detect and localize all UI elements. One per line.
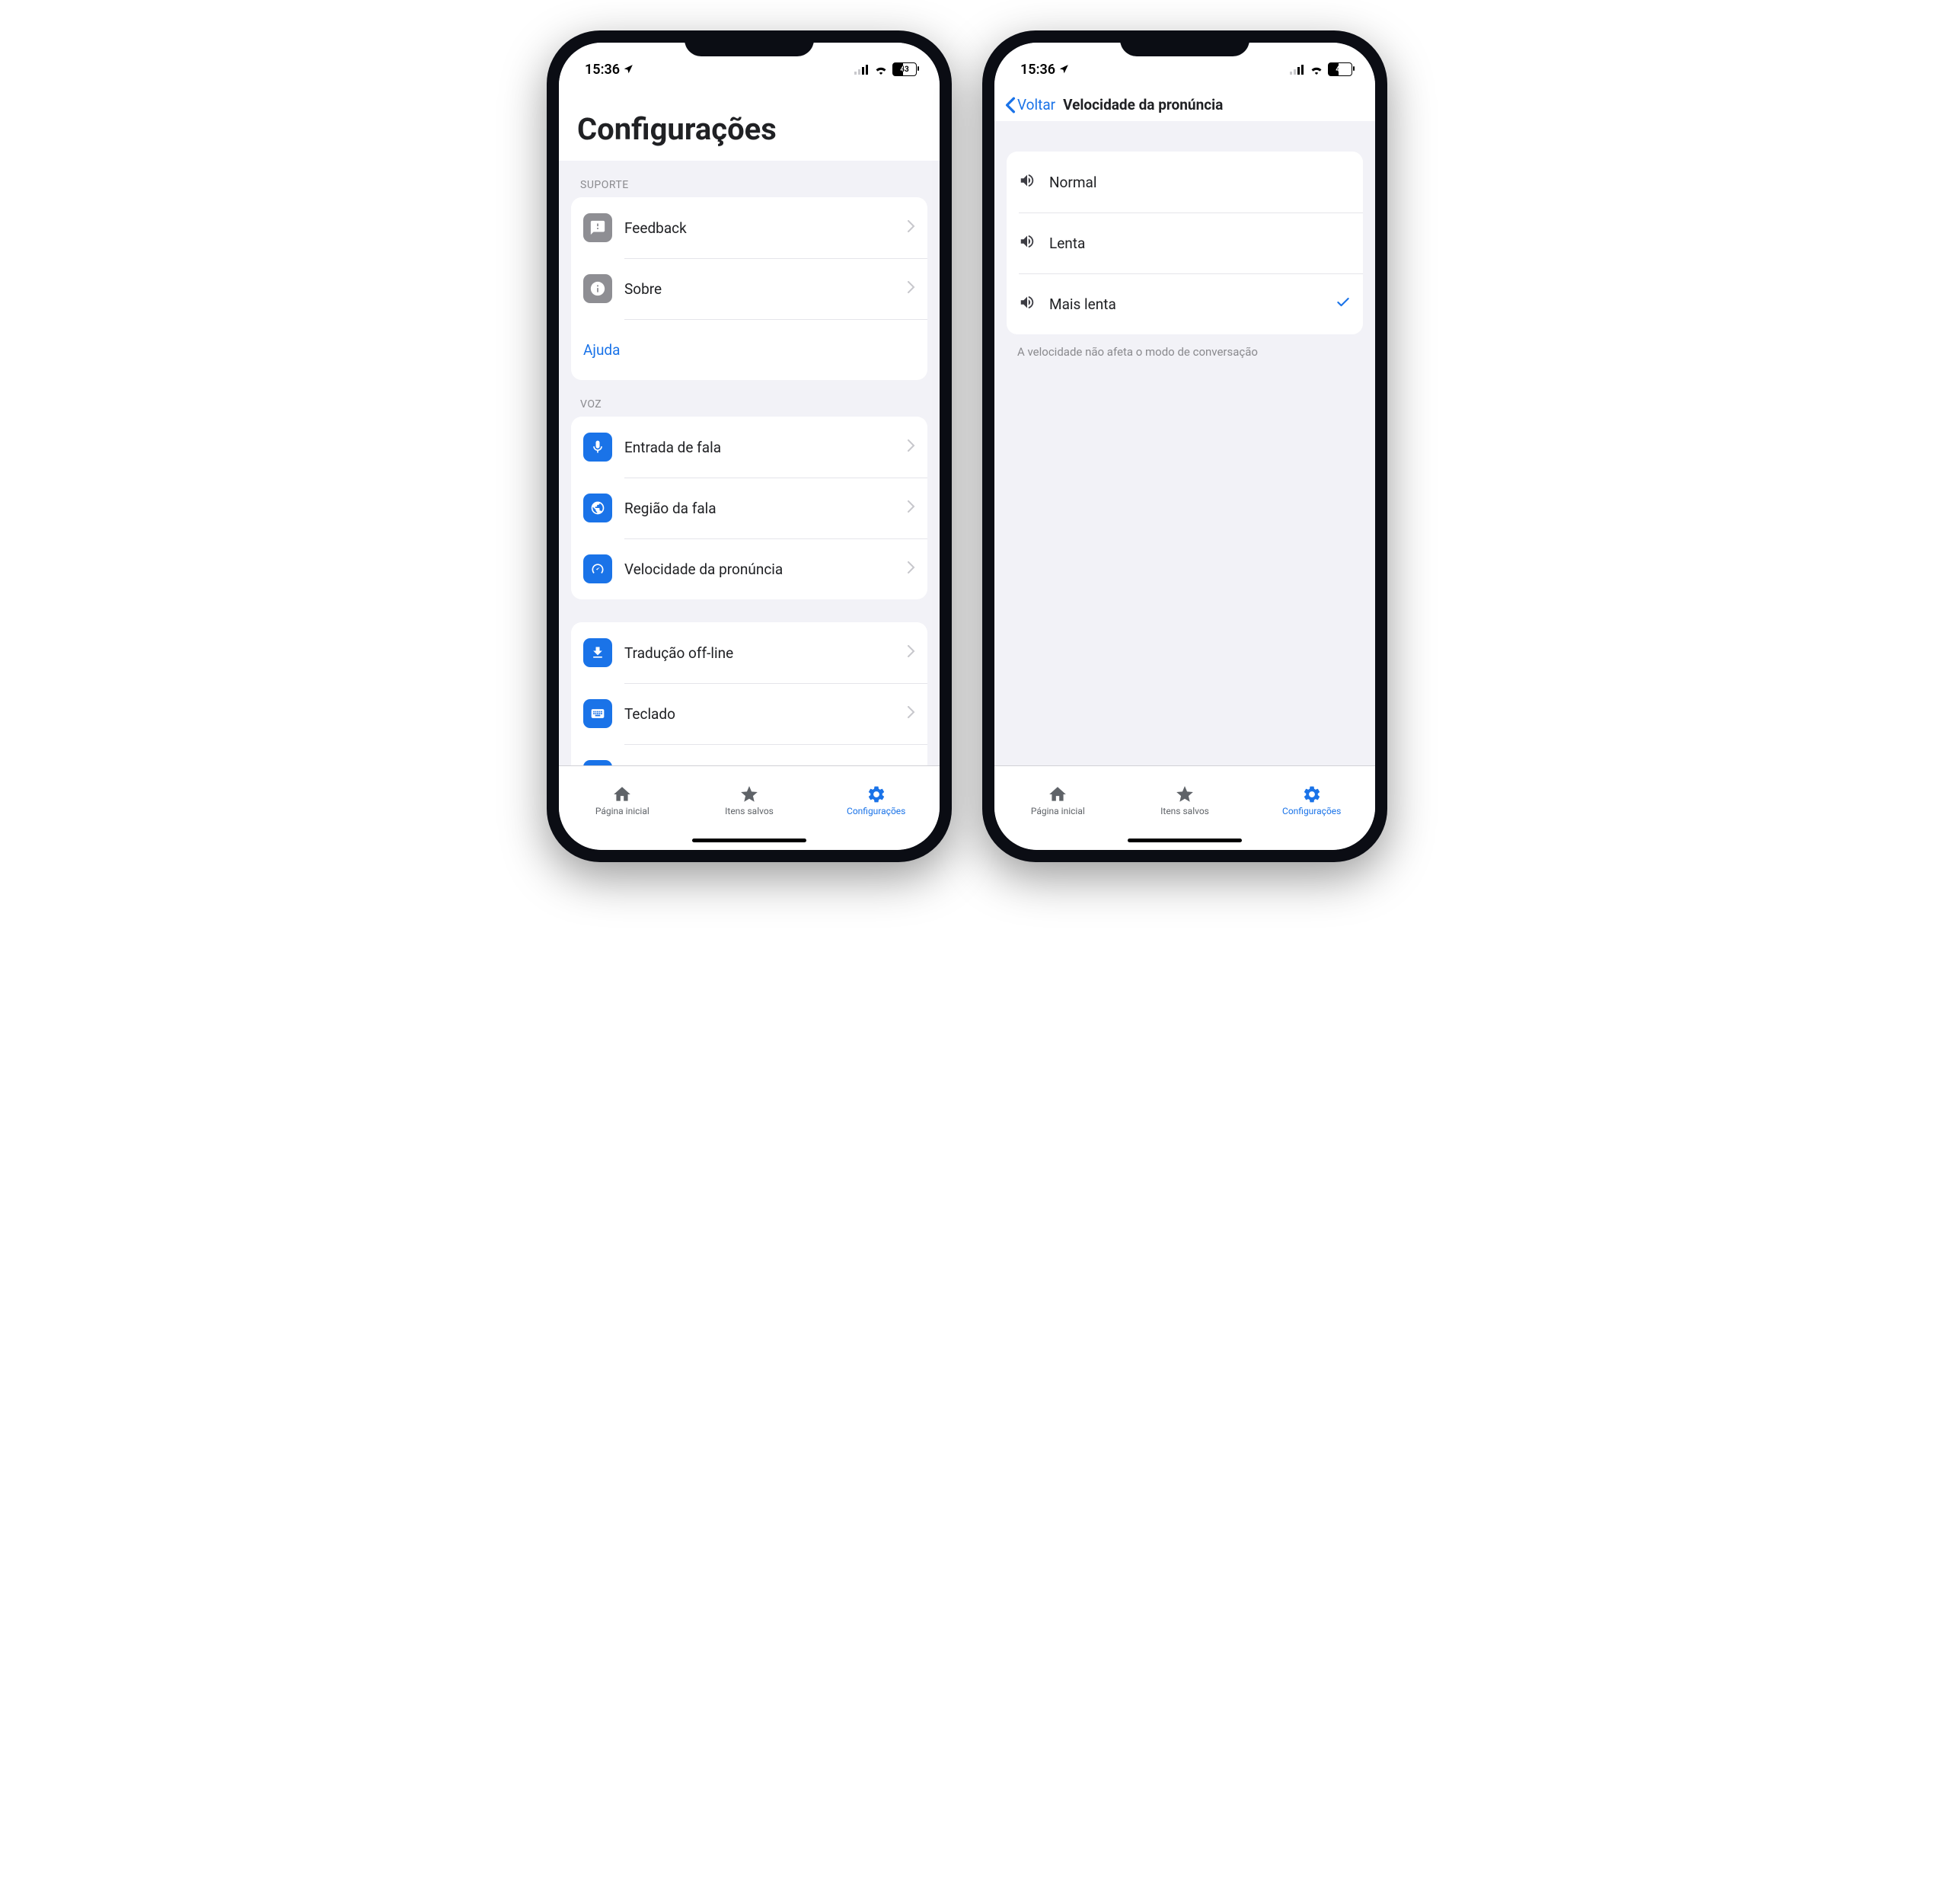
location-icon	[623, 64, 633, 75]
option-slow[interactable]: Lenta	[1007, 212, 1363, 273]
row-label: Teclado	[624, 705, 895, 723]
row-label: Ajuda	[583, 341, 915, 359]
feedback-icon	[583, 213, 612, 242]
speaker-icon	[1019, 172, 1036, 192]
tab-label: Itens salvos	[725, 806, 774, 816]
row-label: Entrada de fala	[624, 439, 895, 456]
chevron-right-icon	[908, 281, 915, 296]
signal-icon	[1290, 65, 1305, 75]
row-label: Feedback	[624, 219, 895, 237]
tab-label: Página inicial	[1031, 806, 1085, 816]
location-icon	[1058, 64, 1069, 75]
row-keyboard[interactable]: Teclado	[571, 683, 927, 744]
tab-home[interactable]: Página inicial	[994, 766, 1122, 835]
tab-label: Página inicial	[595, 806, 649, 816]
exit-icon	[583, 760, 612, 765]
row-about[interactable]: Sobre	[571, 258, 927, 319]
row-feedback[interactable]: Feedback	[571, 197, 927, 258]
voice-card: Entrada de fala Região da fala Velocidad…	[571, 417, 927, 599]
row-default-apps[interactable]: Apps padrão	[571, 744, 927, 765]
tab-saved[interactable]: Itens salvos	[686, 766, 813, 835]
speed-content: Normal Lenta Mais lenta	[994, 121, 1375, 765]
support-card: Feedback Sobre Ajuda	[571, 197, 927, 380]
row-speech-input[interactable]: Entrada de fala	[571, 417, 927, 478]
section-header-voice: VOZ	[559, 380, 940, 417]
tab-bar: Página inicial Itens salvos Configuraçõe…	[559, 765, 940, 850]
signal-icon	[854, 65, 870, 75]
chevron-right-icon	[908, 706, 915, 721]
option-label: Lenta	[1049, 235, 1351, 252]
check-icon	[1336, 295, 1351, 313]
battery-icon: 43	[1328, 62, 1352, 76]
download-icon	[583, 638, 612, 667]
row-label: Velocidade da pronúncia	[624, 561, 895, 578]
speaker-icon	[1019, 294, 1036, 314]
home-indicator[interactable]	[1128, 839, 1242, 842]
row-help[interactable]: Ajuda	[571, 319, 927, 380]
star-icon	[1175, 784, 1195, 804]
keyboard-icon	[583, 699, 612, 728]
home-icon	[1048, 784, 1068, 804]
battery-icon: 43	[892, 62, 917, 76]
nav-title: Velocidade da pronúncia	[1063, 96, 1223, 113]
option-label: Mais lenta	[1049, 296, 1323, 313]
row-speech-region[interactable]: Região da fala	[571, 478, 927, 538]
wifi-icon	[874, 65, 888, 75]
tab-bar: Página inicial Itens salvos Configuraçõe…	[994, 765, 1375, 850]
gear-icon	[1302, 784, 1322, 804]
gear-icon	[866, 784, 886, 804]
chevron-right-icon	[908, 645, 915, 660]
tab-label: Configurações	[1282, 806, 1341, 816]
speedometer-icon	[583, 554, 612, 583]
option-normal[interactable]: Normal	[1007, 152, 1363, 212]
status-time: 15:36	[585, 62, 620, 78]
row-label: Região da fala	[624, 500, 895, 517]
wifi-icon	[1310, 65, 1323, 75]
nav-header: Voltar Velocidade da pronúncia	[994, 88, 1375, 121]
status-time: 15:36	[1020, 62, 1055, 78]
notch	[685, 30, 814, 56]
chevron-right-icon	[908, 439, 915, 455]
tab-settings[interactable]: Configurações	[1248, 766, 1375, 835]
settings-content: Configurações SUPORTE Feedback Sobre	[559, 88, 940, 765]
misc-card: Tradução off-line Teclado Apps padrão	[571, 622, 927, 765]
row-label: Sobre	[624, 280, 895, 298]
page-title: Configurações	[559, 88, 940, 161]
chevron-right-icon	[908, 220, 915, 235]
speaker-icon	[1019, 233, 1036, 253]
notch	[1120, 30, 1249, 56]
tab-home[interactable]: Página inicial	[559, 766, 686, 835]
back-label: Voltar	[1017, 96, 1055, 113]
phone-frame-right: 15:36 43 Voltar Velocidade da pronún	[982, 30, 1387, 862]
row-offline[interactable]: Tradução off-line	[571, 622, 927, 683]
home-indicator[interactable]	[692, 839, 806, 842]
option-slower[interactable]: Mais lenta	[1007, 273, 1363, 334]
section-header-support: SUPORTE	[559, 161, 940, 197]
mic-icon	[583, 433, 612, 462]
chevron-right-icon	[908, 561, 915, 577]
tab-saved[interactable]: Itens salvos	[1122, 766, 1249, 835]
speed-options-card: Normal Lenta Mais lenta	[1007, 152, 1363, 334]
info-icon	[583, 274, 612, 303]
chevron-left-icon	[1005, 97, 1016, 113]
tab-settings[interactable]: Configurações	[812, 766, 940, 835]
row-label: Tradução off-line	[624, 644, 895, 662]
home-icon	[612, 784, 632, 804]
row-speech-speed[interactable]: Velocidade da pronúncia	[571, 538, 927, 599]
tab-label: Itens salvos	[1160, 806, 1209, 816]
globe-icon	[583, 494, 612, 522]
option-label: Normal	[1049, 174, 1351, 191]
chevron-right-icon	[908, 500, 915, 516]
tab-label: Configurações	[847, 806, 905, 816]
back-button[interactable]: Voltar	[1005, 96, 1055, 113]
footer-note: A velocidade não afeta o modo de convers…	[994, 334, 1375, 369]
star-icon	[739, 784, 759, 804]
phone-frame-left: 15:36 43 Configurações SUPORTE	[547, 30, 952, 862]
